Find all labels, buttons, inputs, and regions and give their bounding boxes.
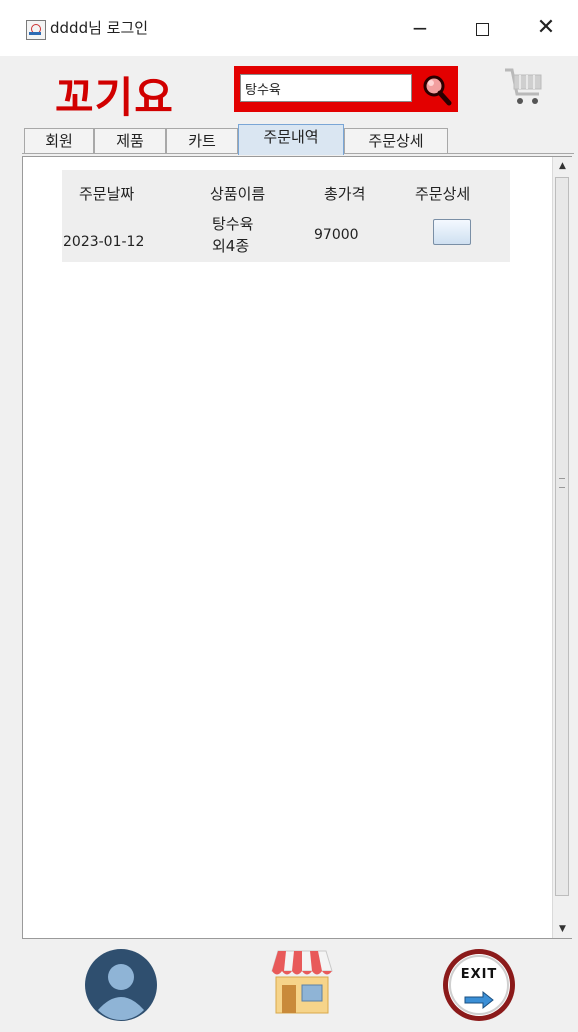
- tab-order-detail[interactable]: 주문상세: [344, 128, 448, 154]
- product-name-line1: 탕수육: [212, 215, 254, 233]
- exit-button[interactable]: EXIT: [441, 947, 517, 1023]
- maximize-button[interactable]: [460, 10, 504, 46]
- close-button[interactable]: ✕: [524, 10, 568, 46]
- scroll-grip-icon: [559, 478, 565, 488]
- tab-order-history[interactable]: 주문내역: [238, 124, 344, 155]
- cart-button[interactable]: [503, 64, 545, 108]
- user-icon: [85, 949, 157, 1021]
- column-header-product-name: 상품이름: [210, 185, 266, 203]
- vertical-scrollbar[interactable]: ▲ ▼: [552, 157, 572, 938]
- column-header-order-date: 주문날짜: [79, 185, 135, 203]
- total-price-cell: 97000: [314, 227, 359, 243]
- search-bar: [234, 66, 458, 112]
- store-button[interactable]: [268, 945, 336, 1017]
- exit-label: EXIT: [460, 967, 498, 982]
- magnifier-icon: [423, 75, 452, 106]
- maximize-icon: [475, 23, 489, 36]
- column-header-order-detail: 주문상세: [415, 185, 471, 203]
- order-detail-button[interactable]: [433, 219, 471, 245]
- tab-member[interactable]: 회원: [24, 128, 94, 154]
- tab-product[interactable]: 제품: [94, 128, 166, 154]
- cart-icon: [505, 68, 542, 104]
- scroll-thumb[interactable]: [555, 177, 569, 896]
- store-icon: [271, 950, 333, 1014]
- scroll-down-arrow[interactable]: ▼: [553, 920, 572, 938]
- window-title: dddd님 로그인: [50, 19, 149, 37]
- order-history-panel: [22, 156, 572, 939]
- column-header-total-price: 총가격: [324, 185, 366, 203]
- minimize-button[interactable]: −: [398, 10, 442, 46]
- tab-cart[interactable]: 카트: [166, 128, 238, 154]
- order-date-cell: 2023-01-12: [63, 234, 145, 250]
- profile-button[interactable]: [84, 948, 158, 1022]
- scroll-up-arrow[interactable]: ▲: [553, 157, 572, 175]
- exit-icon: [443, 949, 515, 1021]
- product-name-line2: 외4종: [212, 237, 250, 255]
- java-app-icon: [26, 20, 46, 40]
- search-button[interactable]: [420, 72, 452, 106]
- search-input[interactable]: [240, 74, 412, 102]
- app-logo: 꼬기요: [55, 73, 174, 122]
- window-titlebar: dddd님 로그인 − ✕: [0, 0, 578, 56]
